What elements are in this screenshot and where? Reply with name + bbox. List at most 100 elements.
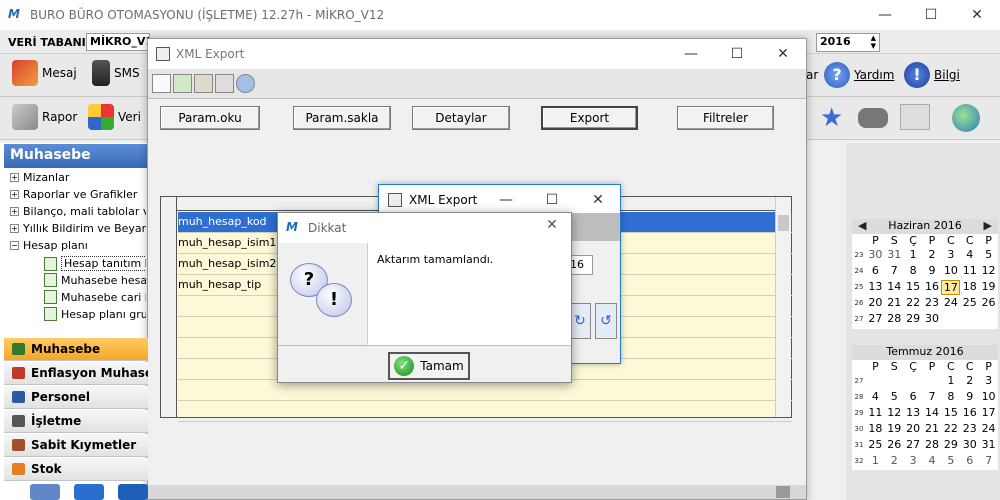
calendar-day[interactable]: 6 [866,264,885,279]
calendar-day[interactable]: 30 [866,248,885,263]
calendar-day[interactable]: 8 [904,264,923,279]
xml-close-button[interactable]: ✕ [760,39,806,69]
help-small-icon[interactable] [236,74,255,93]
calendar-day[interactable]: 17 [941,280,961,295]
calendar-day[interactable]: 26 [885,438,904,453]
next-month-icon[interactable]: ▶ [984,219,992,232]
calendar-day[interactable]: 6 [904,390,923,405]
calendar-day[interactable]: 3 [979,374,998,389]
calendar-day[interactable]: 22 [904,296,923,311]
calendar-day[interactable]: 15 [941,406,960,421]
calendar-day[interactable]: 22 [941,422,960,437]
xml-action-button[interactable]: Param.sakla [293,106,391,130]
calendar-day[interactable]: 3 [941,248,960,263]
calendar-day[interactable]: 31 [979,438,998,453]
calendar-day[interactable]: 16 [923,280,942,295]
calendar-day[interactable]: 19 [885,422,904,437]
calendar-day[interactable]: 29 [904,312,923,327]
year-stepper[interactable]: 2016 ▲ ▼ [816,33,880,52]
module-section[interactable]: Enflasyon Muhasebesi [4,362,148,385]
xml2-close-button[interactable]: ✕ [575,185,621,215]
stepper-arrows-icon[interactable]: ▲ ▼ [871,34,876,50]
expand-icon[interactable]: + [10,224,19,233]
calendar-day[interactable]: 16 [960,406,979,421]
calendar-day[interactable]: 12 [885,406,904,421]
tree-item[interactable]: − Hesap planı [10,239,146,252]
xml-action-button[interactable]: Export [541,106,638,130]
report-button[interactable]: Rapor [12,104,77,130]
save-icon[interactable] [776,486,790,498]
calendar-day[interactable]: 2 [885,454,904,469]
calendar-day[interactable]: 4 [923,454,942,469]
calendar-day[interactable]: 11 [960,264,979,279]
calendar-day[interactable]: 11 [866,406,885,421]
calendar-day[interactable]: 13 [904,406,923,421]
calendar-day[interactable]: 17 [979,406,998,421]
tag-icon[interactable] [118,484,148,500]
tree-item[interactable]: Muhasebe hesap [44,273,146,287]
home-icon[interactable] [152,74,171,93]
calendar-day[interactable]: 4 [960,248,979,263]
calendar-day[interactable]: 14 [885,280,904,295]
pen-icon[interactable] [30,484,60,500]
star-icon[interactable]: ★ [820,104,848,132]
calendar-day[interactable]: 2 [923,248,942,263]
close-button[interactable]: ✕ [954,0,1000,30]
calendar-day[interactable]: 30 [960,438,979,453]
calendar-day[interactable]: 1 [904,248,923,263]
calendar-day[interactable]: 24 [941,296,960,311]
calendar-day[interactable]: 7 [923,390,942,405]
calendar-day[interactable]: 7 [979,454,998,469]
calendar-day[interactable] [979,312,998,327]
calendar-day[interactable]: 28 [923,438,942,453]
ok-button[interactable]: ✓ Tamam [388,352,470,380]
calendar-day[interactable]: 27 [866,312,885,327]
dialog-close-button[interactable]: ✕ [540,217,564,239]
tree-item[interactable]: + Bilanço, mali tablolar ve fi [10,205,146,218]
globe-icon[interactable] [952,104,980,132]
calendar-day[interactable]: 26 [979,296,998,311]
xml-action-button[interactable]: Filtreler [677,106,774,130]
calendar-day[interactable]: 25 [960,296,979,311]
grid-scrollbar[interactable] [775,197,791,417]
calendar-day[interactable]: 20 [904,422,923,437]
help-button[interactable]: ? Yardım [824,62,894,88]
maximize-button[interactable]: ☐ [908,0,954,30]
calendar-day[interactable]: 1 [941,374,960,389]
calendar-day[interactable]: 21 [923,422,942,437]
excel-icon[interactable] [173,74,192,93]
calendar-day[interactable]: 28 [885,312,904,327]
calendar-day[interactable] [904,374,923,389]
xml-maximize-button[interactable]: ☐ [714,39,760,69]
calendar-day[interactable]: 7 [885,264,904,279]
calendar-day[interactable]: 8 [941,390,960,405]
module-section[interactable]: İşletme [4,410,148,433]
calendar-day[interactable]: 2 [960,374,979,389]
calendar-day[interactable]: 21 [885,296,904,311]
calendar-day[interactable]: 10 [941,264,960,279]
tree-item[interactable]: Hesap tanıtım kar [44,256,146,271]
calendar-day[interactable] [866,374,885,389]
calendar-day[interactable]: 23 [960,422,979,437]
xml-action-button[interactable]: Detaylar [412,106,510,130]
calendar-day[interactable]: 27 [904,438,923,453]
xml2-minimize-button[interactable]: — [483,185,529,215]
binoculars-icon[interactable] [858,108,888,128]
calendar-day[interactable]: 9 [960,390,979,405]
calendar-day[interactable]: 14 [923,406,942,421]
calendar-day[interactable] [923,374,942,389]
grid-row-empty[interactable] [178,401,792,422]
calendar-day[interactable]: 18 [866,422,885,437]
calendar-day[interactable]: 19 [979,280,998,295]
calendar-day[interactable]: 10 [979,390,998,405]
database-field[interactable]: MİKRO_V12 [86,33,150,51]
module-section[interactable]: Sabit Kıymetler [4,434,148,457]
module-section[interactable]: Stok [4,458,148,481]
calendar-day[interactable]: 29 [941,438,960,453]
tree-item[interactable]: + Yıllık Bildirim ve Beyannam [10,222,146,235]
prev-month-icon[interactable]: ◀ [858,219,866,232]
calendar-day[interactable]: 5 [885,390,904,405]
minimize-button[interactable]: — [862,0,908,30]
xml-minimize-button[interactable]: — [668,39,714,69]
message-button[interactable]: Mesaj [12,60,77,86]
